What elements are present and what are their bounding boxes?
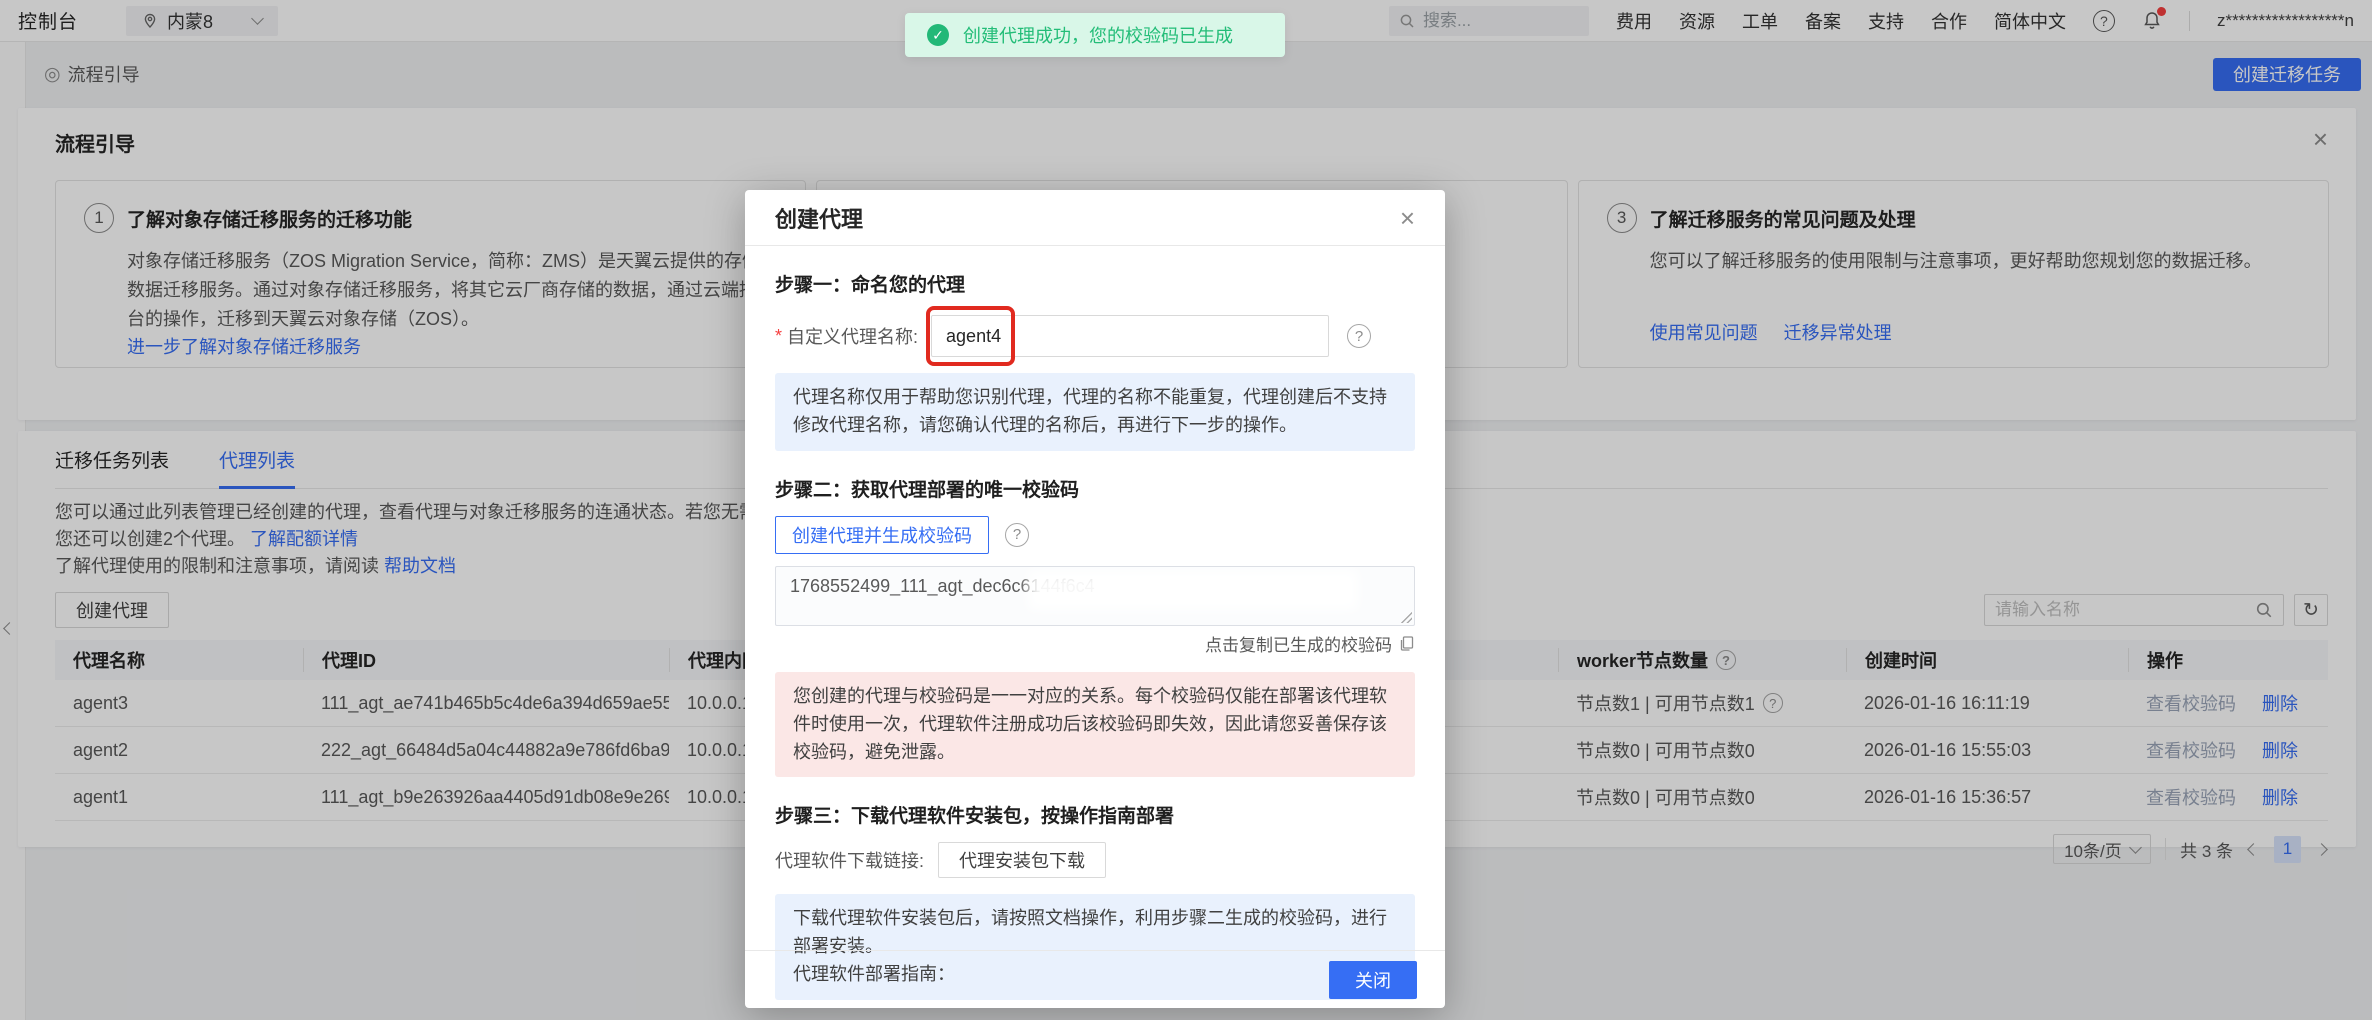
download-row: 代理软件下载链接: 代理安装包下载 xyxy=(775,842,1415,878)
modal-footer: 关闭 xyxy=(745,950,1445,1008)
generate-code-button[interactable]: 创建代理并生成校验码 xyxy=(775,516,989,554)
verification-code-textarea[interactable]: 1768552499_111_agt_dec6c6144f6c4 xyxy=(775,566,1415,626)
step1-heading: 步骤一：命名您的代理 xyxy=(775,270,1415,297)
modal-title: 创建代理 xyxy=(775,202,863,234)
agent-name-input[interactable] xyxy=(931,315,1329,357)
toast-message: 创建代理成功，您的校验码已生成 xyxy=(963,22,1233,48)
generate-code-row: 创建代理并生成校验码 ? xyxy=(775,516,1415,554)
copy-icon[interactable] xyxy=(1399,635,1415,652)
redacted-blur-overlay xyxy=(1028,570,1358,610)
agent-name-help-icon[interactable]: ? xyxy=(1347,324,1371,348)
download-link-label: 代理软件下载链接: xyxy=(775,847,924,873)
step1-info-note: 代理名称仅用于帮助您识别代理，代理的名称不能重复，代理创建后不支持修改代理名称，… xyxy=(775,373,1415,451)
success-toast: ✓ 创建代理成功，您的校验码已生成 xyxy=(905,13,1285,57)
generate-code-help-icon[interactable]: ? xyxy=(1005,523,1029,547)
step3-heading: 步骤三：下载代理软件安装包，按操作指南部署 xyxy=(775,801,1415,828)
modal-header: 创建代理 × xyxy=(745,190,1445,246)
create-agent-modal: 创建代理 × 步骤一：命名您的代理 * 自定义代理名称: ? 代理名称仅用于帮助… xyxy=(745,190,1445,1008)
agent-name-label: 自定义代理名称: xyxy=(787,323,918,349)
agent-name-field-row: * 自定义代理名称: ? xyxy=(775,315,1415,357)
step2-heading: 步骤二：获取代理部署的唯一校验码 xyxy=(775,475,1415,502)
copy-code-hint: 点击复制已生成的校验码 xyxy=(1205,631,1392,656)
modal-close-icon[interactable]: × xyxy=(1400,205,1415,231)
modal-body: 步骤一：命名您的代理 * 自定义代理名称: ? 代理名称仅用于帮助您识别代理，代… xyxy=(745,246,1445,1020)
copy-code-row[interactable]: 点击复制已生成的校验码 xyxy=(775,631,1415,656)
modal-close-button[interactable]: 关闭 xyxy=(1329,961,1417,999)
step2-warning-note: 您创建的代理与校验码是一一对应的关系。每个校验码仅能在部署该代理软件时使用一次，… xyxy=(775,672,1415,778)
download-package-button[interactable]: 代理安装包下载 xyxy=(938,842,1106,878)
required-asterisk: * xyxy=(775,326,782,347)
success-check-icon: ✓ xyxy=(927,24,949,46)
